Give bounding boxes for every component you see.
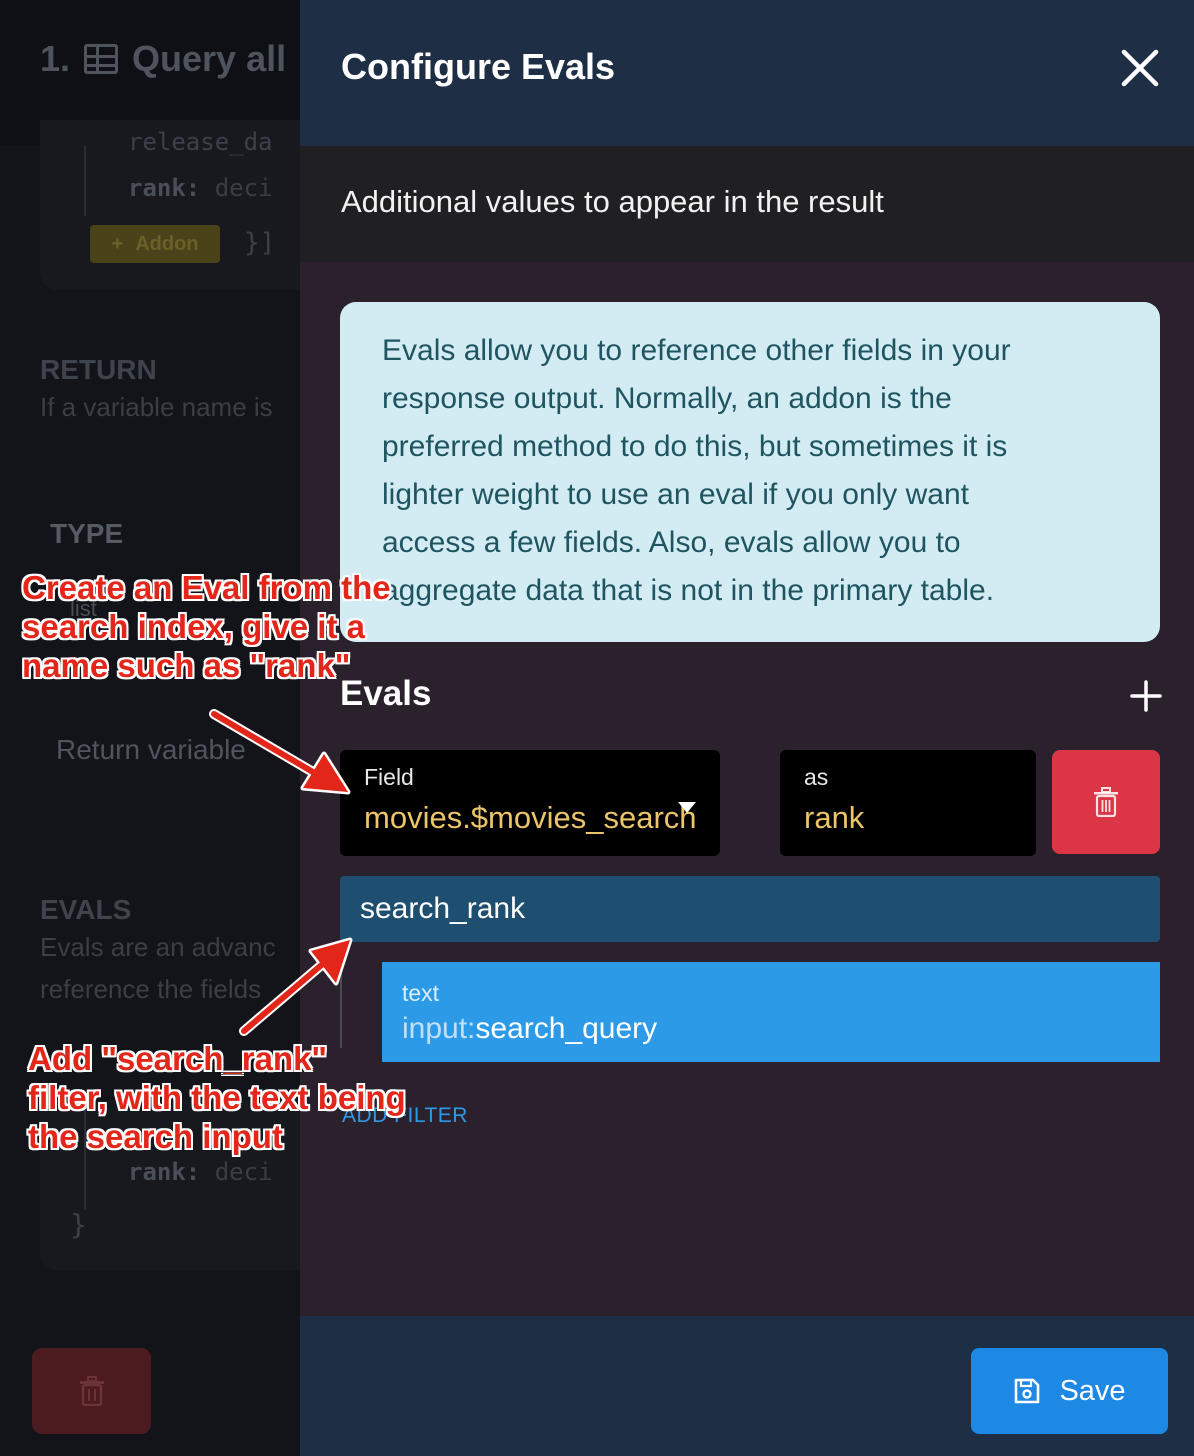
evals-section-desc-1: Evals are an advanc xyxy=(40,932,276,962)
background-page: 1. Query all release_da rank: deci + Add… xyxy=(0,0,300,1456)
code-rank-key-2: rank: xyxy=(128,1158,201,1186)
code-indent-line xyxy=(84,146,86,216)
step-title: 1. Query all xyxy=(40,38,286,80)
background-delete-button xyxy=(32,1348,151,1434)
filter-argument[interactable]: text input:search_query xyxy=(382,962,1160,1062)
eval-alias-input[interactable]: as rank xyxy=(780,750,1036,856)
trash-icon xyxy=(79,1376,104,1406)
eval-field-label: Field xyxy=(364,764,414,790)
eval-alias-value: rank xyxy=(804,800,865,835)
table-icon xyxy=(84,44,119,74)
info-line: access a few fields. Also, evals allow y… xyxy=(382,526,961,559)
return-section-desc: If a variable name is xyxy=(40,392,273,422)
filter-argument-value: input:search_query xyxy=(402,1012,657,1046)
code-rank-key: rank: xyxy=(128,174,201,202)
code-rank-type: deci xyxy=(214,174,273,202)
type-label: TYPE xyxy=(50,518,124,549)
drawer-title: Configure Evals xyxy=(341,46,616,87)
info-line: lighter weight to use an eval if you onl… xyxy=(382,478,970,511)
return-variable-label: Return variable xyxy=(56,734,246,765)
filter-args-rail xyxy=(340,942,342,1048)
eval-alias-label: as xyxy=(804,764,829,790)
code-closing-brace: } xyxy=(70,1208,87,1241)
filter-argument-prefix: input: xyxy=(402,1012,476,1045)
addon-button: + Addon xyxy=(90,225,220,263)
info-box: Evals allow you to reference other field… xyxy=(340,302,1160,642)
filter-argument-label: text xyxy=(402,980,440,1006)
eval-filter-name: search_rank xyxy=(360,892,526,925)
annotation-line: name such as "rank" xyxy=(22,647,351,684)
annotation-bottom: Add "search_rank" filter, with the text … xyxy=(28,1039,406,1156)
annotation-top: Create an Eval from the search index, gi… xyxy=(22,568,391,685)
configure-evals-drawer: Configure Evals Additional values to app… xyxy=(300,0,1194,1456)
code-rank-type-2: deci xyxy=(214,1158,273,1186)
addon-button-label: Addon xyxy=(135,232,199,255)
eval-field-value: movies.$movies_search xyxy=(364,800,697,835)
eval-filter-row[interactable]: search_rank xyxy=(340,876,1160,942)
save-icon xyxy=(1015,1378,1040,1404)
return-section-label: RETURN xyxy=(40,354,157,385)
drawer-subheader-text: Additional values to appear in the resul… xyxy=(341,184,884,219)
info-line: preferred method to do this, but sometim… xyxy=(382,430,1008,463)
chevron-down-icon xyxy=(678,802,696,813)
plus-icon: + xyxy=(111,232,124,255)
evals-section-desc-2: reference the fields xyxy=(40,974,262,1004)
annotation-line: filter, with the text being xyxy=(28,1079,406,1116)
step-number: 1. xyxy=(40,38,71,79)
close-button[interactable] xyxy=(1118,46,1162,90)
annotation-line: search index, give it a xyxy=(22,608,365,645)
info-line: aggregate data that is not in the primar… xyxy=(382,574,995,607)
code-rank-line: rank: deci xyxy=(128,174,273,202)
close-icon xyxy=(1121,49,1159,87)
code-rank-line-2: rank: deci xyxy=(128,1158,273,1186)
save-button[interactable]: Save xyxy=(971,1348,1168,1434)
code-fragment: release_da xyxy=(128,128,273,156)
annotation-line: Create an Eval from the xyxy=(22,569,391,606)
filter-argument-input: search_query xyxy=(475,1012,658,1045)
step-name: Query all xyxy=(132,38,287,79)
code-brackets: }] xyxy=(244,228,276,258)
trash-icon xyxy=(1094,787,1118,817)
info-line: Evals allow you to reference other field… xyxy=(382,334,1011,367)
annotation-line: the search input xyxy=(28,1118,283,1155)
evals-section-label: EVALS xyxy=(40,894,132,925)
annotation-line: Add "search_rank" xyxy=(28,1040,328,1077)
add-eval-button[interactable] xyxy=(1130,680,1162,712)
save-button-label: Save xyxy=(1059,1374,1126,1407)
eval-field-select[interactable]: Field movies.$movies_search xyxy=(340,750,720,856)
delete-eval-button[interactable] xyxy=(1052,750,1160,854)
info-line: response output. Normally, an addon is t… xyxy=(382,382,952,415)
plus-icon xyxy=(1130,680,1162,712)
